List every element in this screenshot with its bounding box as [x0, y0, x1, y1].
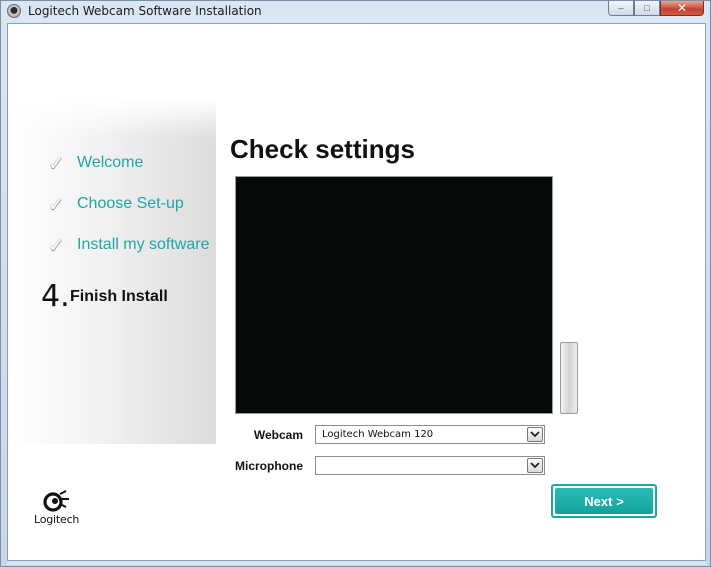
- step-welcome: ✓ Welcome: [48, 151, 143, 175]
- microphone-level-meter: [560, 342, 578, 414]
- webcam-app-icon: [7, 4, 21, 18]
- step-label: Welcome: [77, 154, 144, 171]
- step-label: Choose Set-up: [77, 195, 184, 212]
- step-label: Install my software: [77, 236, 210, 253]
- next-button-label: Next >: [555, 488, 653, 514]
- check-icon: ✓: [48, 192, 65, 216]
- step-finish-install: 4. Finish Install: [41, 279, 168, 314]
- caption-buttons: – □ ✕: [608, 1, 704, 17]
- logitech-logo: Logitech: [34, 488, 94, 530]
- check-icon: ✓: [48, 151, 65, 175]
- logo-text: Logitech: [34, 513, 80, 526]
- page-title: Check settings: [230, 134, 415, 164]
- window-bottom-border: [7, 561, 706, 565]
- step-choose-setup: ✓ Choose Set-up: [48, 192, 184, 216]
- window-title: Logitech Webcam Software Installation: [28, 4, 262, 18]
- maximize-icon: □: [644, 2, 650, 13]
- webcam-label: Webcam: [253, 428, 303, 442]
- minimize-icon: –: [618, 2, 624, 13]
- step-label: Finish Install: [70, 287, 168, 305]
- webcam-preview: [235, 176, 553, 414]
- logitech-eye-icon: [43, 490, 69, 512]
- chevron-down-icon[interactable]: [527, 427, 543, 442]
- microphone-select[interactable]: [315, 456, 545, 475]
- minimize-button[interactable]: –: [608, 1, 634, 16]
- steps-sidebar: ✓ Welcome ✓ Choose Set-up ✓ Install my s…: [8, 99, 216, 444]
- close-button[interactable]: ✕: [660, 1, 704, 16]
- close-icon: ✕: [676, 1, 688, 15]
- title-bar[interactable]: Logitech Webcam Software Installation – …: [1, 1, 710, 23]
- check-icon: ✓: [48, 233, 65, 257]
- maximize-button[interactable]: □: [634, 1, 660, 16]
- microphone-label: Microphone: [235, 459, 303, 473]
- webcam-select-value: Logitech Webcam 120: [322, 429, 434, 440]
- chevron-down-icon[interactable]: [527, 458, 543, 473]
- webcam-select[interactable]: Logitech Webcam 120: [315, 425, 545, 444]
- installer-window: Logitech Webcam Software Installation – …: [0, 0, 711, 567]
- client-area: ✓ Welcome ✓ Choose Set-up ✓ Install my s…: [7, 23, 706, 561]
- step-number: 4.: [41, 279, 70, 314]
- step-install-software: ✓ Install my software: [48, 233, 209, 257]
- next-button[interactable]: Next >: [551, 484, 657, 518]
